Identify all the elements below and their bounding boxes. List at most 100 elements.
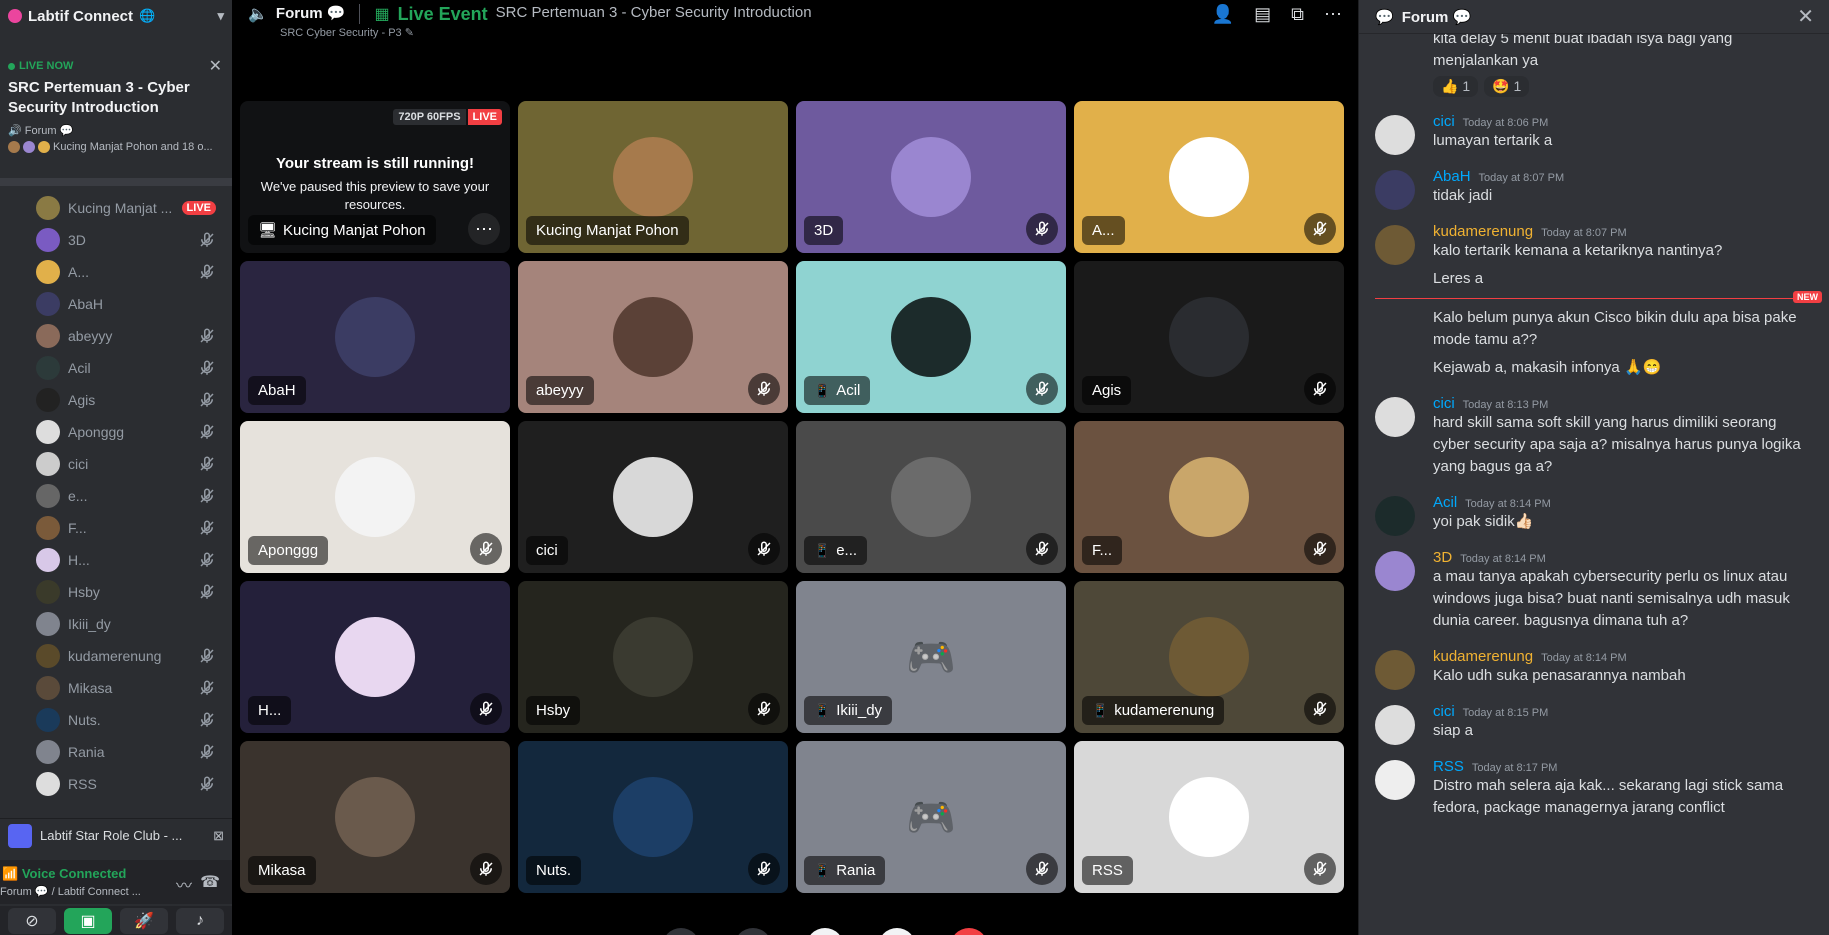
voice-user-row[interactable]: A... (0, 256, 232, 288)
soundboard-button[interactable]: ♪ (176, 908, 224, 934)
avatar[interactable] (1375, 496, 1415, 536)
participant-tile[interactable]: RSS (1074, 741, 1344, 893)
message-author[interactable]: kudamerenung (1433, 648, 1533, 665)
voice-user-row[interactable]: cici (0, 448, 232, 480)
message-author[interactable]: cici (1433, 113, 1455, 130)
voice-user-name: AbaH (68, 296, 104, 312)
avatar[interactable] (1375, 705, 1415, 745)
message-author[interactable]: RSS (1433, 758, 1464, 775)
message-author[interactable]: cici (1433, 395, 1455, 412)
grid-layout-icon[interactable]: ▤ (1254, 4, 1271, 25)
camera-off-button[interactable]: ⊘ (8, 908, 56, 934)
reaction-button[interactable]: 👍 1 (1433, 76, 1479, 97)
voice-user-row[interactable]: Rania (0, 736, 232, 768)
participant-label: Kucing Manjat Pohon (526, 216, 689, 245)
activity-button[interactable]: 🚀 (120, 908, 168, 934)
control-button[interactable] (878, 928, 916, 935)
participant-tile[interactable]: 📱 e... (796, 421, 1066, 573)
voice-user-row[interactable]: AbaH (0, 288, 232, 320)
participant-tile[interactable]: H... (240, 581, 510, 733)
chevron-down-icon[interactable]: ▾ (217, 8, 224, 24)
voice-channel-path[interactable]: Forum 💬 / Labtif Connect ... (0, 885, 232, 898)
stage-header: 🔈 Forum 💬 ▦ Live Event SRC Pertemuan 3 -… (232, 0, 1358, 60)
participant-tile[interactable]: Hsby (518, 581, 788, 733)
avatar[interactable] (1375, 650, 1415, 690)
participant-tile[interactable]: Aponggg (240, 421, 510, 573)
avatar[interactable] (1375, 760, 1415, 800)
voice-user-row[interactable]: Acil (0, 352, 232, 384)
participant-tile[interactable]: 3D (796, 101, 1066, 253)
voice-user-row[interactable]: H... (0, 544, 232, 576)
message-header: cici Today at 8:15 PM (1433, 703, 1814, 720)
voice-user-row[interactable]: Ikiii_dy (0, 608, 232, 640)
voice-user-row[interactable]: Kucing Manjat ... LIVE (0, 192, 232, 224)
participant-tile[interactable]: Mikasa (240, 741, 510, 893)
noise-suppression-icon[interactable]: 〰 (176, 872, 192, 896)
live-event-card[interactable]: LIVE NOW ✕ SRC Pertemuan 3 - Cyber Secur… (0, 32, 232, 186)
disconnect-icon[interactable]: ☎ (200, 872, 220, 892)
stream-tile[interactable]: 720P 60FPS LIVE Your stream is still run… (240, 101, 510, 253)
participant-tile[interactable]: cici (518, 421, 788, 573)
club-activity[interactable]: Labtif Star Role Club - ... ⊠ (0, 818, 232, 852)
more-options-button[interactable]: ⋯ (468, 213, 500, 245)
avatar[interactable] (1375, 115, 1415, 155)
voice-user-row[interactable]: Nuts. (0, 704, 232, 736)
voice-user-row[interactable]: 3D (0, 224, 232, 256)
message-author[interactable]: Acil (1433, 494, 1457, 511)
voice-user-row[interactable]: RSS (0, 768, 232, 800)
screen-share-button[interactable]: ▣ (64, 908, 112, 934)
add-user-icon[interactable]: 👤 (1212, 4, 1234, 25)
participant-tile[interactable]: 📱 Acil (796, 261, 1066, 413)
message-text: kalo tertarik kemana a ketariknya nantin… (1433, 242, 1723, 259)
message-author[interactable]: AbaH (1433, 168, 1471, 185)
avatar[interactable] (1375, 170, 1415, 210)
message-author[interactable]: cici (1433, 703, 1455, 720)
popout-icon[interactable]: ⧉ (1291, 4, 1304, 25)
participant-tile[interactable]: 📱 kudamerenung (1074, 581, 1344, 733)
reaction-button[interactable]: 🤩 1 (1484, 76, 1530, 97)
channel-status[interactable]: SRC Cyber Security - P3 ✎ (280, 26, 414, 39)
participant-tile[interactable]: abeyyy (518, 261, 788, 413)
participant-tile[interactable]: 🎮 📱 Ikiii_dy (796, 581, 1066, 733)
participant-tile[interactable]: Kucing Manjat Pohon (518, 101, 788, 253)
avatar[interactable] (1375, 397, 1415, 437)
participant-tile[interactable]: 🎮 📱 Rania (796, 741, 1066, 893)
close-icon[interactable]: ✕ (209, 56, 222, 76)
voice-user-row[interactable]: Hsby (0, 576, 232, 608)
voice-status[interactable]: 📶 Voice Connected (0, 866, 232, 882)
avatar[interactable] (1375, 225, 1415, 265)
chat-message: AbaH Today at 8:07 PM tidak jadi (1359, 168, 1829, 210)
pencil-icon[interactable]: ✎ (405, 27, 414, 39)
screen-icon[interactable]: ⊠ (213, 828, 224, 844)
control-button[interactable] (734, 928, 772, 935)
control-button[interactable] (662, 928, 700, 935)
leave-call-button[interactable] (950, 928, 988, 935)
participant-tile[interactable]: F... (1074, 421, 1344, 573)
control-button[interactable] (806, 928, 844, 935)
voice-user-row[interactable]: Mikasa (0, 672, 232, 704)
participant-tile[interactable]: AbaH (240, 261, 510, 413)
voice-user-row[interactable]: Agis (0, 384, 232, 416)
avatar[interactable] (1375, 551, 1415, 591)
avatar (1169, 457, 1249, 537)
participant-tile[interactable]: Nuts. (518, 741, 788, 893)
muted-mic-icon (470, 533, 502, 565)
participant-label: 3D (804, 216, 844, 245)
voice-connection-panel: 📶 Voice Connected Forum 💬 / Labtif Conne… (0, 860, 232, 904)
message-author[interactable]: 3D (1433, 549, 1452, 566)
participant-tile[interactable]: Agis (1074, 261, 1344, 413)
stage-toolbar: 👤 ▤ ⧉ ⋯ (1212, 4, 1342, 25)
voice-user-row[interactable]: kudamerenung (0, 640, 232, 672)
voice-user-row[interactable]: e... (0, 480, 232, 512)
muted-mic-icon (198, 711, 216, 729)
participant-name: Mikasa (258, 862, 306, 879)
close-icon[interactable]: ✕ (1797, 4, 1814, 29)
more-options-icon[interactable]: ⋯ (1324, 4, 1342, 25)
voice-user-row[interactable]: abeyyy (0, 320, 232, 352)
voice-user-row[interactable]: Aponggg (0, 416, 232, 448)
participant-label: H... (248, 696, 292, 725)
participant-tile[interactable]: A... (1074, 101, 1344, 253)
voice-user-row[interactable]: F... (0, 512, 232, 544)
server-header[interactable]: Labtif Connect 🌐 ▾ (0, 0, 232, 32)
message-author[interactable]: kudamerenung (1433, 223, 1533, 240)
